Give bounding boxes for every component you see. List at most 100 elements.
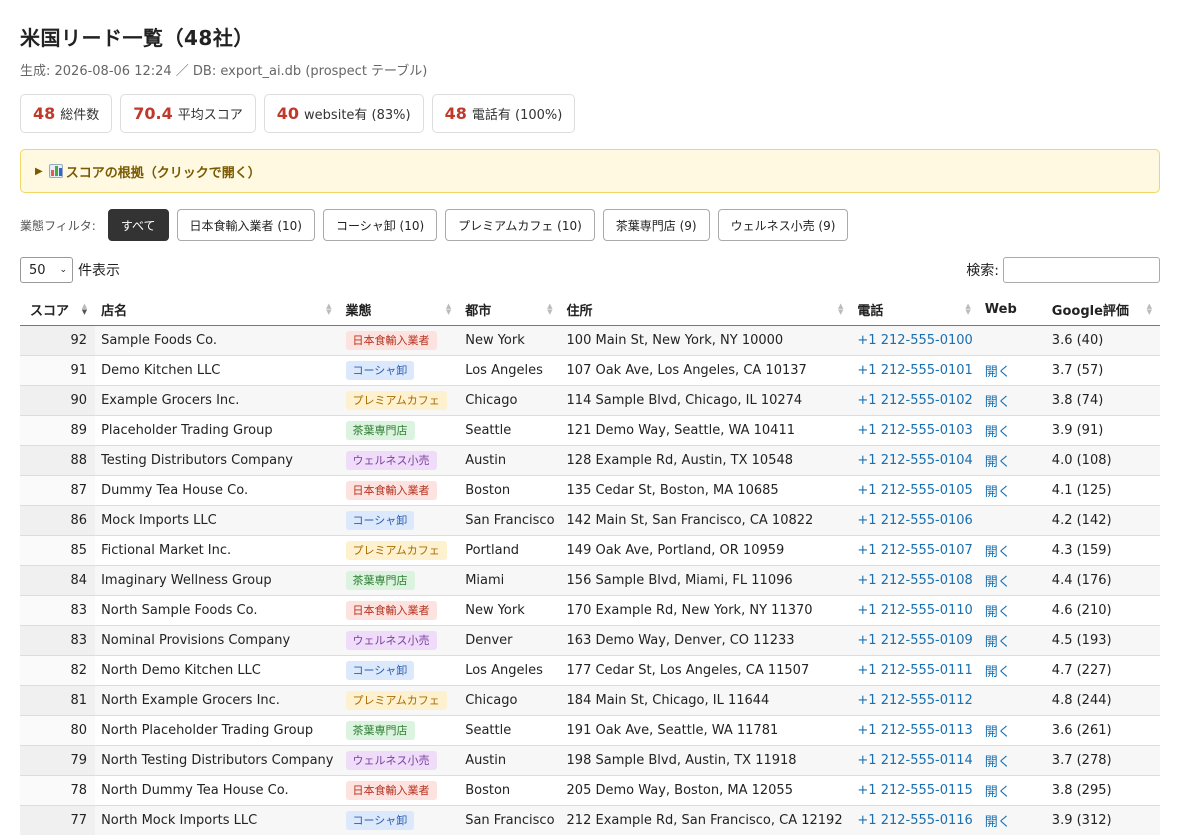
table-row[interactable]: 89 Placeholder Trading Group 茶葉専門店 Seattle 1… xyxy=(20,414,1160,445)
filter-tea-shop-button[interactable]: 茶葉専門店 (9) xyxy=(602,209,710,241)
phone-link[interactable]: +1 212-555-0107 xyxy=(857,543,972,558)
table-row[interactable]: 91 Demo Kitchen LLC コーシャ卸 Los Angeles 107 Oa… xyxy=(20,354,1160,385)
stat-value: 70.4 xyxy=(133,104,173,123)
cell-name: Demo Kitchen LLC xyxy=(95,354,340,385)
cell-web: 開く xyxy=(978,714,1046,745)
cell-web xyxy=(978,324,1046,355)
cell-web: 開く xyxy=(978,444,1046,475)
web-open-link[interactable]: 開く xyxy=(985,785,1011,800)
web-open-link[interactable]: 開く xyxy=(985,605,1011,620)
cell-rating: 4.5 (193) xyxy=(1045,624,1160,655)
type-badge: 茶葉専門店 xyxy=(345,570,415,590)
phone-link[interactable]: +1 212-555-0114 xyxy=(857,753,972,768)
column-header-type[interactable]: 業態 ▲ ▼ xyxy=(339,294,460,326)
cell-type: 茶葉専門店 xyxy=(339,714,460,745)
cell-type: コーシャ卸 xyxy=(339,354,460,385)
web-open-link[interactable]: 開く xyxy=(985,395,1011,410)
table-row[interactable]: 88 Testing Distributors Company ウェルネス小売 Aus… xyxy=(20,444,1160,475)
filter-kosher-wholesale-button[interactable]: コーシャ卸 (10) xyxy=(322,209,438,241)
cell-address: 135 Cedar St, Boston, MA 10685 xyxy=(560,474,852,505)
web-open-link[interactable]: 開く xyxy=(985,725,1011,740)
web-open-link[interactable]: 開く xyxy=(985,635,1011,650)
filter-wellness-retail-button[interactable]: ウェルネス小売 (9) xyxy=(717,209,849,241)
web-open-link[interactable]: 開く xyxy=(985,485,1011,500)
page-title: 米国リード一覧（48社） xyxy=(20,26,254,50)
cell-web: 開く xyxy=(978,804,1046,835)
sort-icon: ▲ ▼ xyxy=(547,302,553,316)
page-length-select[interactable]: 50 ⌄ xyxy=(20,257,73,283)
type-badge: コーシャ卸 xyxy=(345,660,415,680)
phone-link[interactable]: +1 212-555-0102 xyxy=(857,393,972,408)
cell-score: 83 xyxy=(20,624,96,655)
phone-link[interactable]: +1 212-555-0111 xyxy=(857,663,972,678)
filter-all-button[interactable]: すべて xyxy=(107,209,169,241)
column-header-name[interactable]: 店名 ▲ ▼ xyxy=(95,294,340,326)
phone-link[interactable]: +1 212-555-0105 xyxy=(857,483,972,498)
cell-rating: 4.4 (176) xyxy=(1045,564,1160,595)
table-row[interactable]: 86 Mock Imports LLC コーシャ卸 San Francisco 142 … xyxy=(20,504,1160,535)
cell-phone: +1 212-555-0106 xyxy=(851,504,979,535)
cell-score: 89 xyxy=(20,414,96,445)
stat-value: 40 xyxy=(276,104,300,123)
cell-city: San Francisco xyxy=(459,804,561,835)
cell-web: 開く xyxy=(978,384,1046,415)
web-open-link[interactable]: 開く xyxy=(985,755,1011,770)
column-header-rating[interactable]: Google評価 ▲ ▼ xyxy=(1045,294,1160,326)
table-row[interactable]: 79 North Testing Distributors Company ウェルネ… xyxy=(20,744,1160,775)
search-input[interactable] xyxy=(1003,257,1160,283)
column-header-phone[interactable]: 電話 ▲ ▼ xyxy=(851,294,979,326)
table-row[interactable]: 92 Sample Foods Co. 日本食輸入業者 New York 100 Mai… xyxy=(20,324,1160,355)
page-length-suffix: 件表示 xyxy=(78,263,120,279)
phone-link[interactable]: +1 212-555-0108 xyxy=(857,573,972,588)
table-row[interactable]: 78 North Dummy Tea House Co. 日本食輸入業者 Boston… xyxy=(20,774,1160,805)
table-row[interactable]: 84 Imaginary Wellness Group 茶葉専門店 Miami 156 … xyxy=(20,564,1160,595)
phone-link[interactable]: +1 212-555-0104 xyxy=(857,453,972,468)
filter-japanese-importer-button[interactable]: 日本食輸入業者 (10) xyxy=(176,209,315,241)
phone-link[interactable]: +1 212-555-0112 xyxy=(857,693,972,708)
web-open-link[interactable]: 開く xyxy=(985,365,1011,380)
phone-link[interactable]: +1 212-555-0100 xyxy=(857,333,972,348)
phone-link[interactable]: +1 212-555-0116 xyxy=(857,813,972,828)
table-row[interactable]: 80 North Placeholder Trading Group 茶葉専門店 Se… xyxy=(20,714,1160,745)
cell-phone: +1 212-555-0110 xyxy=(851,594,979,625)
cell-city: Boston xyxy=(459,474,561,505)
table-row[interactable]: 90 Example Grocers Inc. プレミアムカフェ Chicago 114… xyxy=(20,384,1160,415)
cell-address: 142 Main St, San Francisco, CA 10822 xyxy=(560,504,852,535)
phone-link[interactable]: +1 212-555-0113 xyxy=(857,723,972,738)
score-criteria-toggle[interactable]: ▶ スコアの根拠（クリックで開く） xyxy=(20,149,1160,193)
web-open-link[interactable]: 開く xyxy=(985,545,1011,560)
table-row[interactable]: 85 Fictional Market Inc. プレミアムカフェ Portland 1… xyxy=(20,534,1160,565)
web-open-link[interactable]: 開く xyxy=(985,455,1011,470)
web-open-link[interactable]: 開く xyxy=(985,665,1011,680)
phone-link[interactable]: +1 212-555-0103 xyxy=(857,423,972,438)
web-open-link[interactable]: 開く xyxy=(985,815,1011,830)
table-body: 92 Sample Foods Co. 日本食輸入業者 New York 100 Mai… xyxy=(20,324,1160,835)
column-header-label: Google評価 xyxy=(1051,303,1129,319)
cell-type: プレミアムカフェ xyxy=(339,684,460,715)
table-row[interactable]: 82 North Demo Kitchen LLC コーシャ卸 Los Angeles… xyxy=(20,654,1160,685)
table-row[interactable]: 83 Nominal Provisions Company ウェルネス小売 Denve… xyxy=(20,624,1160,655)
table-row[interactable]: 77 North Mock Imports LLC コーシャ卸 San Francis… xyxy=(20,804,1160,835)
phone-link[interactable]: +1 212-555-0115 xyxy=(857,783,972,798)
phone-link[interactable]: +1 212-555-0101 xyxy=(857,363,972,378)
column-header-address[interactable]: 住所 ▲ ▼ xyxy=(560,294,852,326)
table-row[interactable]: 81 North Example Grocers Inc. プレミアムカフェ Chic… xyxy=(20,684,1160,715)
column-header-city[interactable]: 都市 ▲ ▼ xyxy=(459,294,561,326)
table-row[interactable]: 87 Dummy Tea House Co. 日本食輸入業者 Boston 135 Ce… xyxy=(20,474,1160,505)
column-header-score[interactable]: スコア ▲ ▼ xyxy=(20,294,96,326)
filter-premium-cafe-button[interactable]: プレミアムカフェ (10) xyxy=(445,209,595,241)
table-row[interactable]: 83 North Sample Foods Co. 日本食輸入業者 New York 1… xyxy=(20,594,1160,625)
cell-score: 80 xyxy=(20,714,96,745)
web-open-link[interactable]: 開く xyxy=(985,425,1011,440)
cell-address: 149 Oak Ave, Portland, OR 10959 xyxy=(560,534,852,565)
cell-score: 88 xyxy=(20,444,96,475)
cell-phone: +1 212-555-0101 xyxy=(851,354,979,385)
web-open-link[interactable]: 開く xyxy=(985,575,1011,590)
cell-name: North Mock Imports LLC xyxy=(95,804,340,835)
phone-link[interactable]: +1 212-555-0110 xyxy=(857,603,972,618)
phone-link[interactable]: +1 212-555-0106 xyxy=(857,513,972,528)
cell-address: 191 Oak Ave, Seattle, WA 11781 xyxy=(560,714,852,745)
cell-phone: +1 212-555-0109 xyxy=(851,624,979,655)
stats-bar: 48 総件数 70.4 平均スコア 40 website有 (83%) 48 電話有 (… xyxy=(20,94,576,133)
phone-link[interactable]: +1 212-555-0109 xyxy=(857,633,972,648)
